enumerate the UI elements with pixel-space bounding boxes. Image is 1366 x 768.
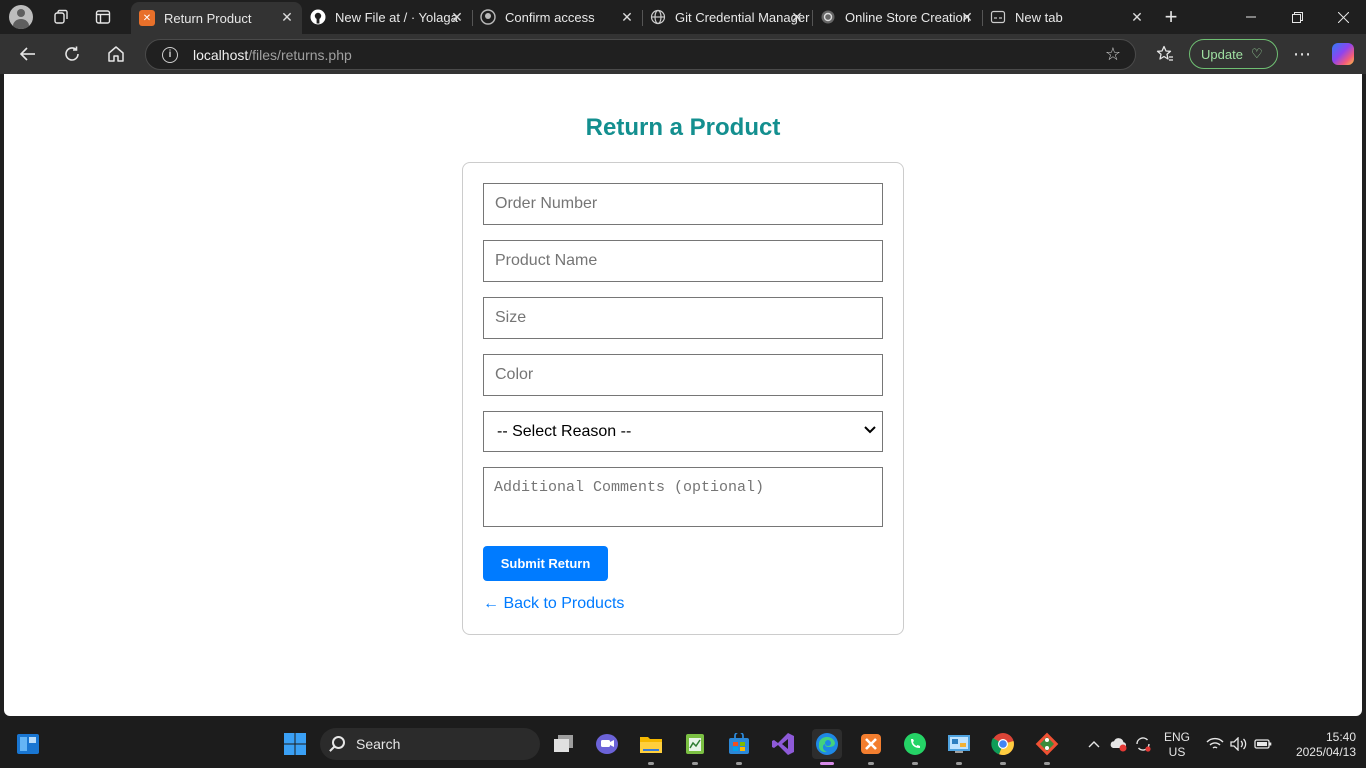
tab-new-tab[interactable]: New tab ✕ [982,2,1152,32]
tab-github-new-file[interactable]: New File at / · Yolaga ✕ [302,2,472,32]
widgets-icon[interactable] [13,729,43,759]
tab-strip: ✕ Return Product ✕ New File at / · Yolag… [0,0,1366,34]
newtab-icon [990,9,1006,25]
xampp-icon[interactable] [856,729,886,765]
tab-git-credential-manager[interactable]: Git Credential Manager ✕ [642,2,812,32]
back-arrow-icon[interactable] [14,40,42,68]
address-url[interactable]: localhost/files/returns.php [193,47,352,63]
wifi-icon[interactable] [1204,720,1226,768]
start-icon[interactable] [280,729,310,759]
restore-icon[interactable] [1274,0,1320,34]
task-view-icon[interactable] [549,729,579,759]
language-indicator[interactable]: ENG US [1160,730,1194,760]
address-bar[interactable]: i localhost/files/returns.php ☆ [145,39,1136,70]
taskbar-search[interactable]: Search [320,728,540,760]
page-viewport: Return a Product -- Select Reason -- Sub… [4,74,1362,716]
store-icon[interactable] [724,729,754,765]
more-options-icon[interactable]: ⋯ [1288,40,1316,68]
taskbar: Search ENG US 15:40 2025/04/13 [0,720,1366,768]
url-host: localhost [193,47,249,63]
chatgpt-icon [820,9,836,25]
running-indicator [648,762,654,765]
language-code: ENG [1163,730,1190,744]
chevron-down-icon [864,425,876,437]
reason-select-value: -- Select Reason -- [497,422,632,440]
close-tab-icon[interactable]: ✕ [280,10,294,24]
whatsapp-icon[interactable] [900,729,930,765]
xampp-icon: ✕ [139,10,155,26]
search-label: Search [356,736,401,752]
page-title: Return a Product [585,114,781,141]
running-indicator [1044,762,1050,765]
running-indicator [956,762,962,765]
search-icon [332,736,345,749]
volume-icon[interactable] [1228,720,1250,768]
health-icon: ♡ [1251,46,1263,61]
comments-textarea[interactable] [483,467,883,527]
running-indicator [912,762,918,765]
tab-return-product[interactable]: ✕ Return Product ✕ [131,2,302,34]
return-form: -- Select Reason -- Submit Return ← Back… [462,162,904,635]
running-indicator [1000,762,1006,765]
url-path: /files/returns.php [248,47,352,63]
show-hidden-icons-chevron-icon[interactable] [1084,720,1104,768]
sync-icon[interactable] [1132,720,1154,768]
favorites-icon[interactable] [1151,40,1179,68]
close-tab-icon[interactable]: ✕ [960,10,974,24]
close-window-icon[interactable] [1320,0,1366,34]
language-region: US [1168,745,1186,759]
meet-icon[interactable] [592,729,622,759]
minimize-icon[interactable] [1228,0,1274,34]
tab-confirm-access[interactable]: Confirm access ✕ [472,2,642,32]
running-indicator [736,762,742,765]
onedrive-error-icon[interactable] [1108,720,1130,768]
github-icon [310,9,326,25]
file-explorer-icon[interactable] [636,729,666,765]
product-name-input[interactable] [483,240,883,282]
clock-date: 2025/04/13 [1295,745,1356,759]
refresh-icon[interactable] [58,40,86,68]
close-tab-icon[interactable]: ✕ [1130,10,1144,24]
close-tab-icon[interactable]: ✕ [620,10,634,24]
battery-icon[interactable] [1252,720,1274,768]
visual-studio-icon[interactable] [768,729,798,759]
vertical-tabs-icon[interactable] [90,4,116,30]
close-tab-icon[interactable]: ✕ [450,10,464,24]
notepad-icon[interactable] [680,729,710,765]
back-to-products-link[interactable]: ← Back to Products [483,595,624,613]
running-indicator [868,762,874,765]
browser-toolbar: i localhost/files/returns.php ☆ Update ♡… [0,34,1366,74]
close-tab-icon[interactable]: ✕ [790,10,804,24]
edge-icon[interactable] [812,729,842,765]
git-icon[interactable] [1032,729,1062,765]
site-info-icon[interactable]: i [162,47,178,63]
submit-return-button[interactable]: Submit Return [483,546,608,581]
update-label: Update [1201,46,1243,62]
update-button[interactable]: Update ♡ [1189,39,1278,69]
clock[interactable]: 15:40 2025/04/13 [1278,730,1356,760]
order-number-input[interactable] [483,183,883,225]
clock-time: 15:40 [1325,730,1356,744]
favorite-star-icon[interactable]: ☆ [1105,44,1121,65]
color-input[interactable] [483,354,883,396]
workspaces-icon[interactable] [48,4,74,30]
size-input[interactable] [483,297,883,339]
running-indicator [692,762,698,765]
github-icon [480,9,496,25]
copilot-icon[interactable] [1332,43,1354,65]
tab-online-store-creation[interactable]: Online Store Creation ✕ [812,2,982,32]
active-indicator [820,762,834,765]
globe-icon [650,9,666,25]
profile-avatar-icon[interactable] [8,4,34,30]
home-icon[interactable] [102,40,130,68]
chrome-icon[interactable] [988,729,1018,765]
control-panel-icon[interactable] [944,729,974,765]
new-tab-plus-icon[interactable]: + [1158,4,1184,30]
reason-select[interactable]: -- Select Reason -- [483,411,883,452]
